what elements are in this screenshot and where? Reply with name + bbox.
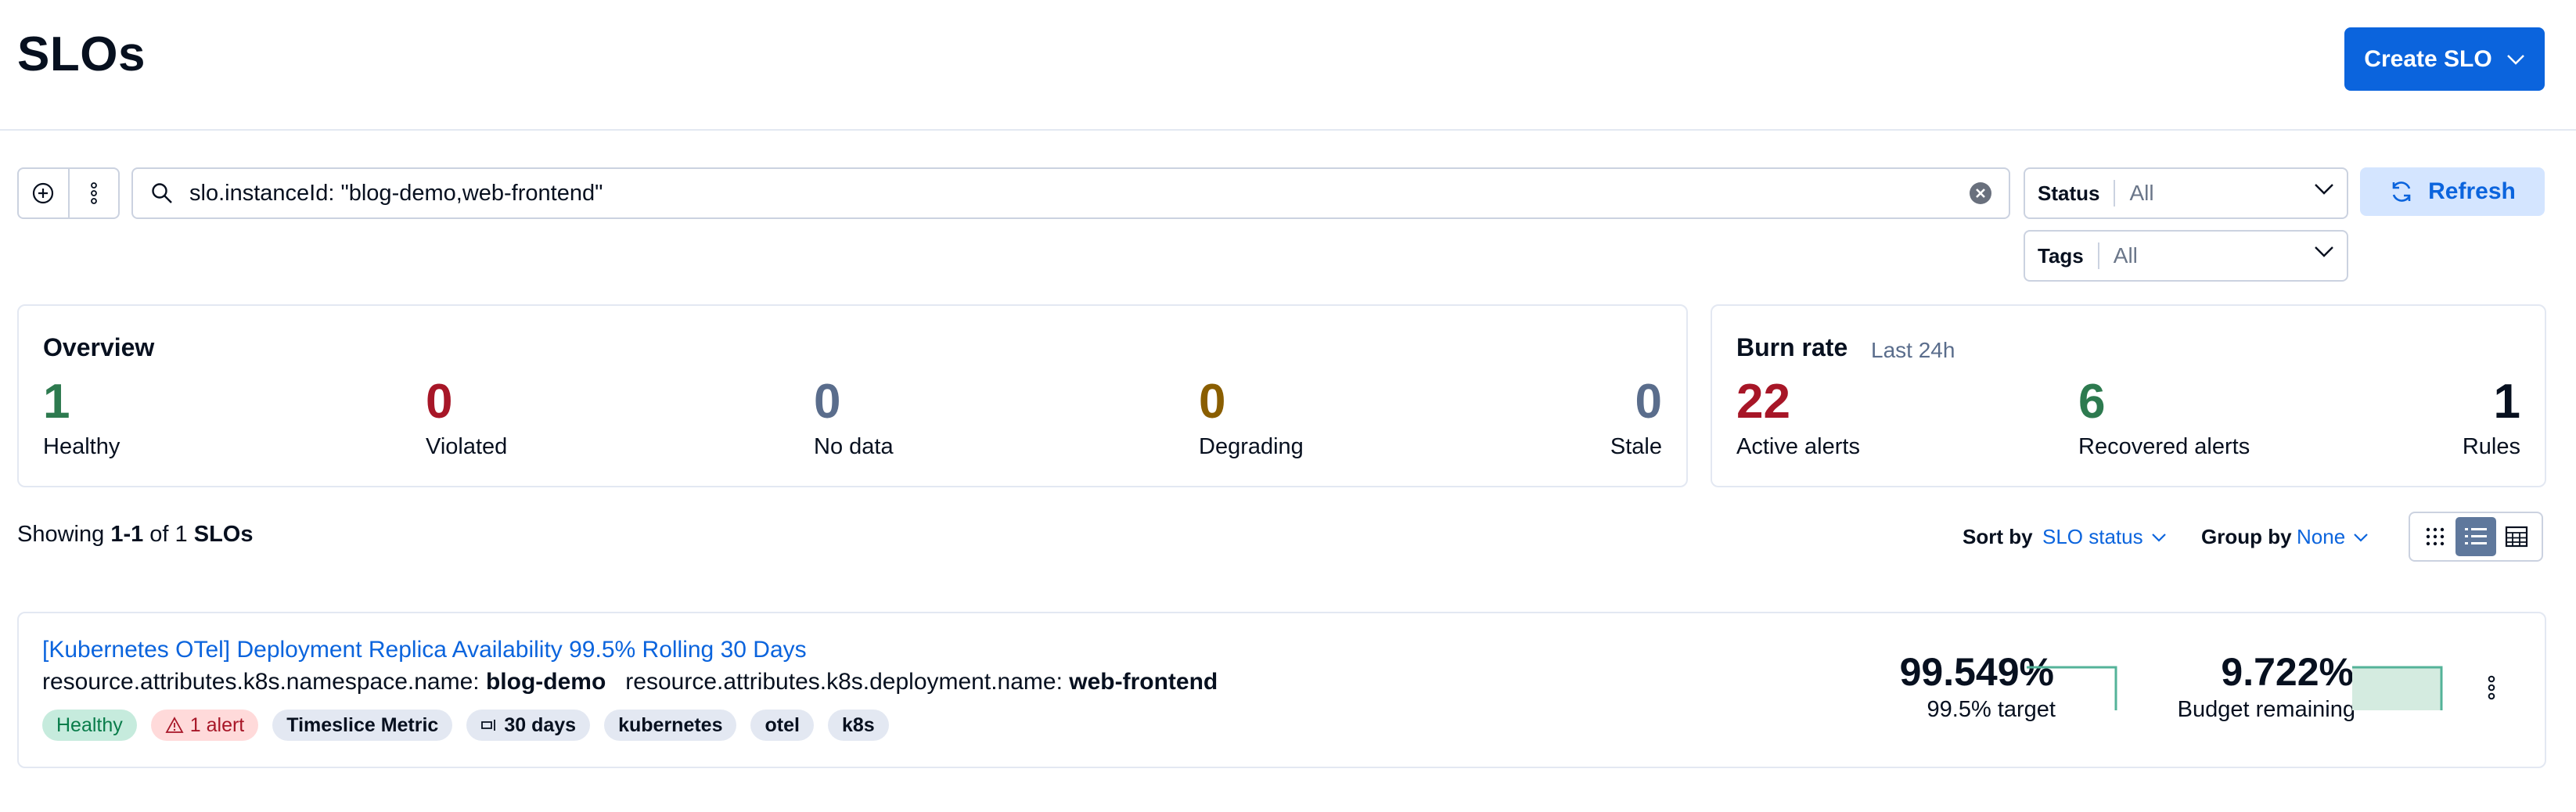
sli-history-sparkline: [2025, 665, 2121, 712]
stat-label: Rules: [2462, 434, 2520, 459]
showing-prefix: Showing: [17, 522, 105, 547]
stat-label: No data: [814, 434, 894, 459]
overview-panel: Overview 1 Healthy 0 Violated 0 No data …: [17, 304, 1688, 487]
refresh-icon: [2389, 179, 2414, 204]
stat-value: 1: [43, 375, 70, 429]
burn-rate-active-alerts: 22 Active alerts: [1736, 378, 1860, 460]
budget-remaining-label: Budget remaining: [2177, 697, 2355, 722]
group-by-value: None: [2297, 525, 2346, 548]
burn-rate-rules: 1 Rules: [2463, 378, 2520, 460]
instance-key: resource.attributes.k8s.namespace.name:: [42, 669, 480, 695]
showing-range: 1-1: [110, 522, 144, 547]
tags-filter[interactable]: Tags All: [2024, 230, 2348, 282]
status-filter[interactable]: Status All: [2024, 167, 2348, 219]
table-view-button[interactable]: [2496, 517, 2537, 556]
burn-rate-title: Burn rate: [1736, 333, 1848, 361]
stat-value: 0: [1199, 375, 1226, 429]
tags-filter-value: All: [2113, 243, 2138, 268]
query-menu-group: [17, 167, 120, 219]
sort-by-select[interactable]: SLO status: [2042, 525, 2167, 549]
grid-view-icon: [2424, 526, 2446, 548]
list-view-icon: [2464, 526, 2488, 547]
page-header: SLOs Create SLO: [0, 0, 2576, 131]
plus-circle-icon: [31, 181, 55, 205]
burn-rate-subtitle: Last 24h: [1871, 338, 1955, 362]
stat-label: Active alerts: [1736, 434, 1860, 459]
time-window-label: 30 days: [504, 713, 577, 736]
status-filter-label: Status: [2025, 180, 2116, 207]
status-badge: Healthy: [42, 710, 137, 741]
sort-by-label: Sort by: [1963, 525, 2033, 548]
calendar-icon: [480, 718, 498, 732]
chevron-down-icon: [2353, 533, 2369, 542]
budget-value: 9.722%: [2221, 650, 2354, 694]
overview-stat-degrading: 0 Degrading: [1199, 378, 1304, 460]
stat-value: 22: [1736, 375, 1790, 429]
chevron-down-icon: [2314, 246, 2334, 258]
stat-value: 0: [814, 375, 841, 429]
instance-value: web-frontend: [1069, 669, 1218, 695]
search-icon: [150, 181, 174, 205]
showing-total: 1: [174, 522, 188, 547]
tag-badge: k8s: [827, 710, 889, 741]
instance-value: blog-demo: [485, 669, 606, 695]
status-filter-value: All: [2129, 181, 2154, 205]
create-slo-label: Create SLO: [2364, 45, 2492, 72]
page-title: SLOs: [17, 27, 146, 81]
slo-actions-button[interactable]: [2487, 674, 2496, 701]
vertical-dots-icon: [90, 181, 98, 205]
tags-filter-label: Tags: [2025, 243, 2099, 269]
search-input[interactable]: slo.instanceId: "blog-demo,web-frontend": [189, 181, 603, 207]
search-bar[interactable]: slo.instanceId: "blog-demo,web-frontend": [131, 167, 2010, 219]
chevron-down-icon: [2506, 54, 2525, 65]
sort-by-value: SLO status: [2042, 525, 2143, 548]
stat-label: Violated: [426, 434, 508, 459]
stat-value: 0: [1635, 375, 1662, 429]
showing-of: of: [149, 522, 169, 547]
tag-badge: otel: [750, 710, 814, 741]
query-menu-button[interactable]: [70, 169, 119, 217]
stat-label: Healthy: [43, 434, 121, 459]
vertical-dots-icon: [2487, 674, 2496, 701]
stat-label: Stale: [1610, 434, 1662, 459]
list-view-button[interactable]: [2455, 517, 2496, 556]
stat-label: Degrading: [1199, 434, 1304, 459]
overview-stat-no-data: 0 No data: [814, 378, 894, 460]
instance-key: resource.attributes.k8s.deployment.name:: [625, 669, 1063, 695]
slo-badges: Healthy 1 alert Timeslice Metric 30 days…: [42, 710, 889, 741]
stat-value: 0: [426, 375, 453, 429]
group-by-select[interactable]: None: [2297, 525, 2369, 549]
indicator-type-badge: Timeslice Metric: [272, 710, 453, 741]
refresh-label: Refresh: [2428, 178, 2516, 204]
stat-label: Recovered alerts: [2078, 434, 2250, 459]
slo-instance-id: resource.attributes.k8s.namespace.name: …: [42, 669, 1218, 695]
burn-rate-recovered-alerts: 6 Recovered alerts: [2078, 378, 2250, 460]
warning-icon: [165, 717, 184, 734]
burn-rate-panel: Burn rate 22 Active alerts 6 Recovered a…: [1711, 304, 2546, 487]
showing-unit: SLOs: [193, 522, 254, 547]
add-filter-button[interactable]: [19, 169, 70, 217]
slo-name-link[interactable]: [Kubernetes OTel] Deployment Replica Ava…: [42, 637, 807, 663]
table-view-icon: [2505, 526, 2528, 548]
create-slo-button[interactable]: Create SLO: [2344, 27, 2545, 91]
time-window-badge: 30 days: [466, 710, 591, 741]
overview-stat-stale: 0 Stale: [1610, 378, 1662, 460]
stat-value: 6: [2078, 375, 2106, 429]
overview-stat-violated: 0 Violated: [426, 378, 507, 460]
stat-value: 1: [2493, 375, 2520, 429]
chevron-down-icon: [2151, 533, 2167, 542]
tag-badge: kubernetes: [604, 710, 737, 741]
refresh-button[interactable]: Refresh: [2360, 167, 2545, 216]
group-by-label: Group by: [2201, 525, 2292, 548]
clear-search-icon[interactable]: [1968, 181, 1993, 206]
overview-title: Overview: [43, 333, 155, 361]
grid-view-button[interactable]: [2415, 517, 2455, 556]
alert-badge[interactable]: 1 alert: [150, 710, 259, 741]
chevron-down-icon: [2314, 183, 2334, 196]
alert-badge-label: 1 alert: [189, 713, 245, 736]
view-mode-toggle: [2409, 512, 2543, 562]
overview-stat-healthy: 1 Healthy: [43, 378, 120, 460]
budget-history-sparkline: [2351, 665, 2446, 712]
results-count: Showing 1-1 of 1 SLOs: [17, 522, 254, 548]
